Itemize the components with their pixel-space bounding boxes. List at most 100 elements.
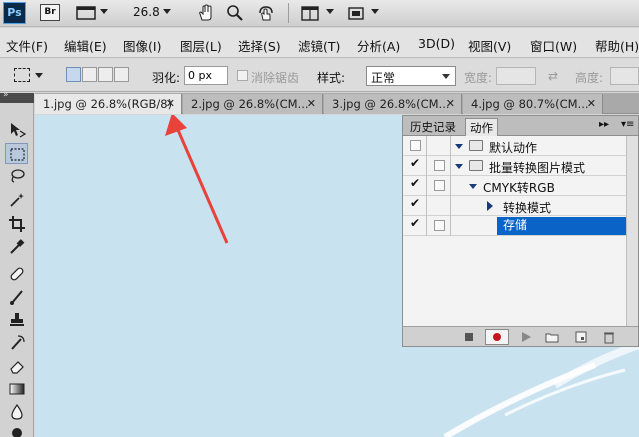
menu-edit[interactable]: 编辑(E): [64, 36, 107, 55]
toggle-item-cell[interactable]: ✔: [403, 176, 427, 196]
list-item-selected[interactable]: ✔ 存储: [403, 216, 626, 236]
menu-layer[interactable]: 图层(L): [180, 36, 222, 55]
expand-icon[interactable]: [455, 144, 463, 149]
list-item[interactable]: ✔ CMYK转RGB: [403, 176, 626, 196]
screen-mode-icon[interactable]: [346, 4, 368, 22]
close-icon[interactable]: ✕: [587, 97, 596, 110]
new-set-icon[interactable]: [545, 331, 559, 343]
doc-tab-2[interactable]: 2.jpg @ 26.8%(CM... ✕: [183, 94, 323, 114]
arrange-caret[interactable]: [326, 9, 334, 14]
toggle-item-cell[interactable]: ✔: [403, 196, 427, 216]
doc-tab-title: 2.jpg @ 26.8%(CM...: [191, 97, 309, 111]
dodge-tool[interactable]: [5, 423, 28, 437]
menu-3d[interactable]: 3D(D): [418, 36, 455, 51]
collapse-panel-icon[interactable]: ▸▸: [599, 119, 609, 130]
menu-analysis[interactable]: 分析(A): [357, 36, 400, 55]
tab-actions[interactable]: 动作: [465, 118, 498, 136]
menu-window[interactable]: 窗口(W): [530, 36, 577, 55]
close-icon[interactable]: ✕: [166, 97, 175, 110]
menu-select[interactable]: 选择(S): [238, 36, 281, 55]
subtract-selection-button[interactable]: [98, 67, 113, 82]
healing-brush-tool[interactable]: [5, 263, 28, 284]
preset-caret[interactable]: [35, 73, 43, 78]
toggle-checkbox[interactable]: [410, 140, 421, 151]
hand-icon[interactable]: [197, 4, 217, 22]
bridge-button[interactable]: Br: [40, 4, 60, 21]
close-icon[interactable]: ✕: [307, 97, 316, 110]
new-action-icon[interactable]: [575, 331, 587, 343]
gradient-tool[interactable]: [5, 378, 28, 399]
menu-file[interactable]: 文件(F): [6, 36, 48, 55]
record-icon[interactable]: [485, 329, 509, 345]
eraser-tool[interactable]: [5, 355, 28, 376]
close-icon[interactable]: ✕: [446, 97, 455, 110]
style-select[interactable]: 正常: [366, 66, 456, 86]
menu-view[interactable]: 视图(V): [468, 36, 511, 55]
add-selection-button[interactable]: [82, 67, 97, 82]
doc-tab-3[interactable]: 3.jpg @ 26.8%(CM... ✕: [324, 94, 462, 114]
move-tool[interactable]: [5, 119, 28, 140]
tab-history[interactable]: 历史记录: [406, 118, 460, 136]
toggle-item-cell[interactable]: ✔: [403, 156, 427, 176]
doc-tab-1[interactable]: 1.jpg @ 26.8%(RGB/8) ✕: [35, 94, 182, 114]
intersect-selection-button[interactable]: [114, 67, 129, 82]
dialog-toggle-cell[interactable]: [427, 136, 451, 156]
brush-tool[interactable]: [5, 286, 28, 307]
rotate-view-icon[interactable]: [256, 4, 278, 22]
new-selection-button[interactable]: [66, 67, 81, 82]
collapse-icon[interactable]: »: [3, 90, 9, 100]
zoom-icon[interactable]: [226, 4, 246, 22]
stop-icon[interactable]: [463, 331, 475, 343]
expand-step-icon[interactable]: [487, 201, 493, 211]
actions-scrollbar[interactable]: [626, 136, 638, 326]
tools-panel-header[interactable]: »: [0, 90, 34, 103]
expand-icon[interactable]: [455, 164, 463, 169]
marquee-preset-icon[interactable]: [14, 68, 30, 82]
expand-icon[interactable]: [469, 184, 477, 189]
dialog-checkbox[interactable]: [434, 220, 445, 231]
dialog-toggle-cell[interactable]: [427, 176, 451, 196]
swap-icon[interactable]: ⇄: [548, 69, 558, 83]
frame-caret[interactable]: [100, 9, 108, 14]
check-icon[interactable]: ✔: [410, 196, 420, 210]
toggle-item-cell[interactable]: [403, 136, 427, 156]
eyedropper-tool[interactable]: [5, 236, 28, 257]
document-tabs: 1.jpg @ 26.8%(RGB/8) ✕ 2.jpg @ 26.8%(CM.…: [35, 93, 639, 114]
doc-tab-title: 4.jpg @ 80.7%(CM...: [471, 97, 589, 111]
crop-tool[interactable]: [5, 213, 28, 234]
height-input[interactable]: [610, 67, 639, 85]
check-icon[interactable]: ✔: [410, 176, 420, 190]
zoom-caret[interactable]: [163, 9, 171, 14]
marquee-tool[interactable]: [5, 143, 28, 164]
menu-help[interactable]: 帮助(H): [595, 36, 639, 55]
trash-icon[interactable]: [603, 331, 615, 344]
feather-input[interactable]: [184, 66, 228, 85]
play-icon[interactable]: [520, 331, 532, 343]
check-icon[interactable]: ✔: [410, 156, 420, 170]
dialog-checkbox[interactable]: [434, 160, 445, 171]
screen-mode-caret[interactable]: [371, 9, 379, 14]
list-item[interactable]: 默认动作: [403, 136, 626, 156]
dialog-checkbox[interactable]: [434, 180, 445, 191]
list-item[interactable]: ✔ 转换模式: [403, 196, 626, 216]
width-input[interactable]: [496, 67, 536, 85]
menu-image[interactable]: 图像(I): [123, 36, 161, 55]
history-brush-tool[interactable]: [5, 332, 28, 353]
dialog-toggle-cell[interactable]: [427, 196, 451, 216]
lasso-tool[interactable]: [5, 165, 28, 186]
doc-tab-4[interactable]: 4.jpg @ 80.7%(CM... ✕: [463, 94, 603, 114]
toggle-item-cell[interactable]: ✔: [403, 216, 427, 236]
menu-filter[interactable]: 滤镜(T): [298, 36, 340, 55]
magic-wand-tool[interactable]: [5, 189, 28, 210]
zoom-level[interactable]: 26.8: [133, 5, 160, 19]
dialog-toggle-cell[interactable]: [427, 156, 451, 176]
list-item[interactable]: ✔ 批量转换图片模式: [403, 156, 626, 176]
antialias-checkbox[interactable]: [237, 70, 248, 81]
clone-stamp-tool[interactable]: [5, 309, 28, 330]
arrange-documents-icon[interactable]: [300, 4, 322, 22]
check-icon[interactable]: ✔: [410, 216, 420, 230]
dialog-toggle-cell[interactable]: [427, 216, 451, 236]
blur-tool[interactable]: [5, 401, 28, 422]
panel-menu-icon[interactable]: ▾≡: [621, 119, 634, 130]
action-set-label: 默认动作: [489, 141, 538, 155]
